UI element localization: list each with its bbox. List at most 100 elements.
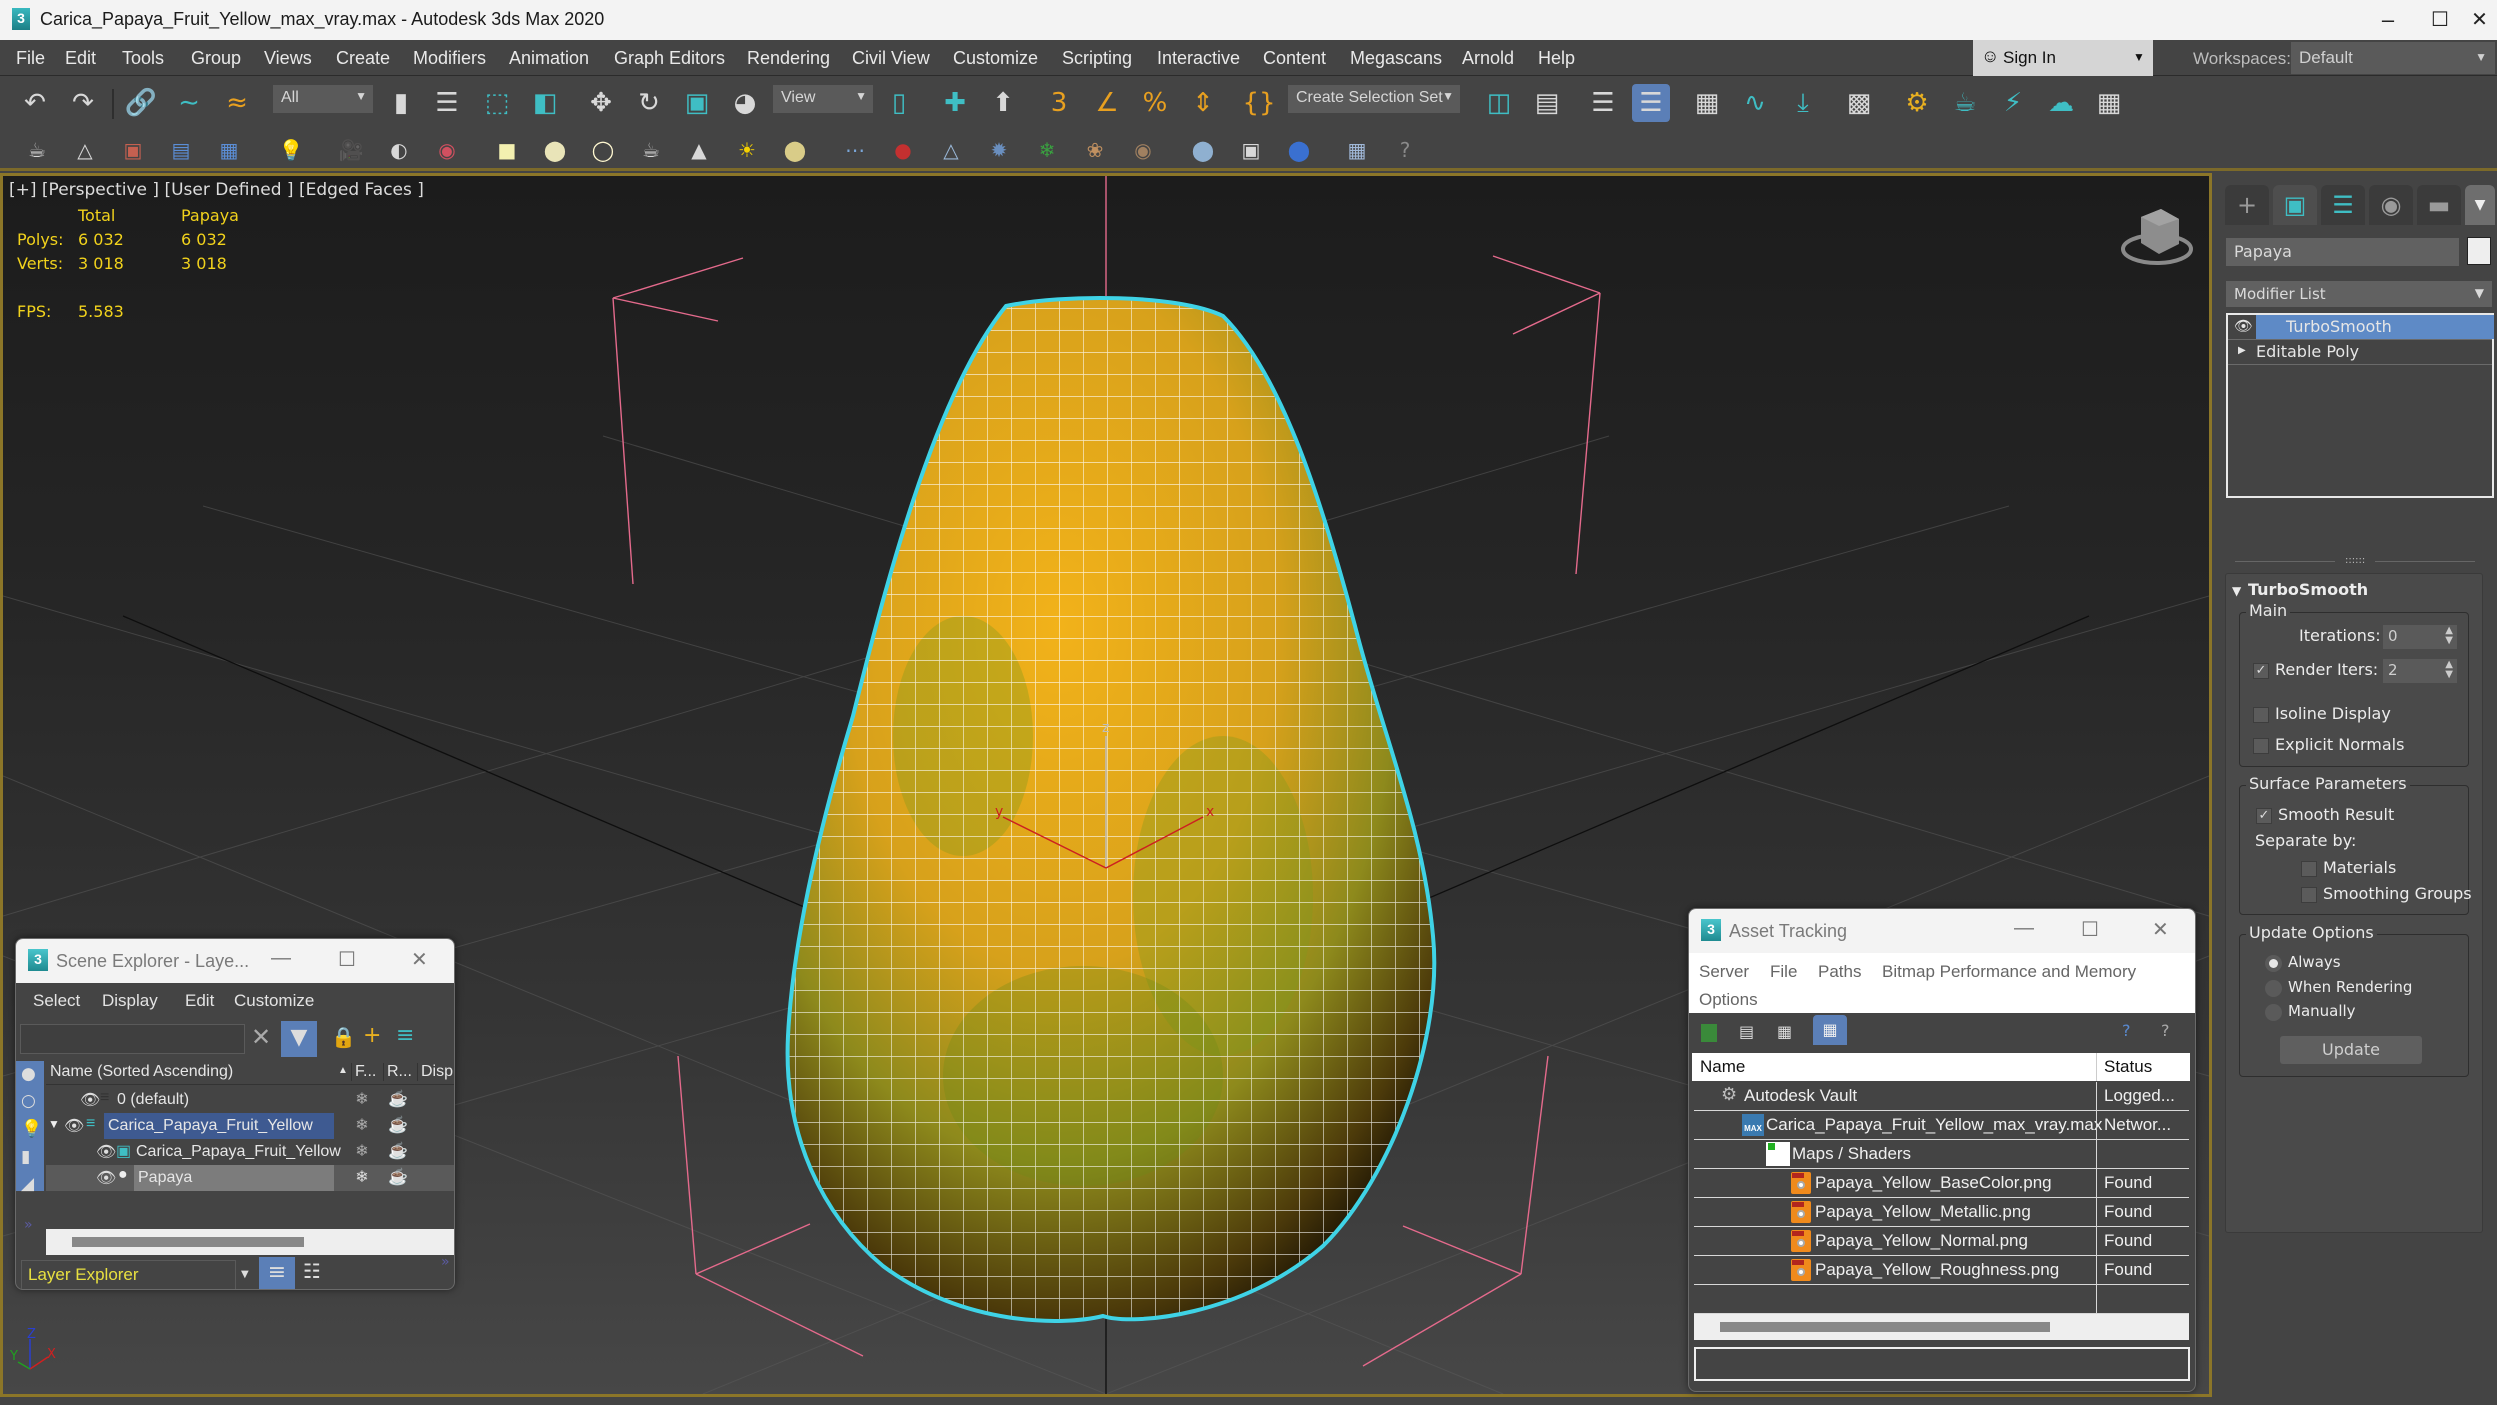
- scene-search-input[interactable]: [20, 1024, 245, 1054]
- update-always-radio[interactable]: [2265, 955, 2282, 972]
- object-name-field[interactable]: Papaya: [2226, 238, 2459, 266]
- molecule-icon[interactable]: ●: [888, 135, 918, 165]
- smoothing-groups-checkbox[interactable]: [2301, 887, 2317, 903]
- at-menu-server[interactable]: Server: [1699, 962, 1749, 982]
- layers-icon[interactable]: ≡: [396, 1023, 414, 1048]
- modify-tab[interactable]: ▣: [2273, 185, 2317, 225]
- spinner-arrows-icon[interactable]: ▲ ▼: [2445, 660, 2453, 680]
- tree-view-icon[interactable]: ▦: [1777, 1022, 1792, 1041]
- ies-light-icon[interactable]: ☕: [636, 135, 666, 165]
- named-selection-set-dropdown[interactable]: Create Selection Set ▼: [1288, 85, 1460, 113]
- rendered-frame-window-icon[interactable]: ☕: [1946, 84, 1984, 122]
- render-teapot-icon[interactable]: ☕: [381, 1087, 415, 1113]
- name-column-header[interactable]: Name: [1700, 1057, 1745, 1077]
- hair-icon[interactable]: ❀: [1080, 135, 1110, 165]
- spinner-arrows-icon[interactable]: ▲ ▼: [2445, 626, 2453, 646]
- scrollbar-thumb[interactable]: [72, 1237, 304, 1247]
- maximize-button[interactable]: ☐: [2081, 917, 2099, 942]
- physical-camera-icon[interactable]: ◉: [432, 135, 462, 165]
- explicit-normals-checkbox[interactable]: [2253, 738, 2269, 754]
- asset-row[interactable]: Papaya_Yellow_Normal.png Found: [1694, 1227, 2189, 1256]
- eye-icon[interactable]: 👁: [96, 1168, 116, 1188]
- eye-icon[interactable]: 👁: [96, 1142, 116, 1162]
- menu-tools[interactable]: Tools: [122, 48, 164, 69]
- vault-help-icon[interactable]: ?: [2122, 1021, 2131, 1040]
- material-selector-icon[interactable]: ▣: [1236, 135, 1266, 165]
- hierarchy-tab[interactable]: ☰: [2321, 185, 2365, 225]
- menu-customize[interactable]: Customize: [953, 48, 1038, 69]
- select-object-icon[interactable]: ▮: [382, 84, 420, 122]
- tree-row-group[interactable]: 👁 ▣ Carica_Papaya_Fruit_Yellow ❄ ☕: [46, 1139, 454, 1165]
- render-column-header[interactable]: R...: [383, 1063, 412, 1081]
- helpers-filter-icon[interactable]: ◢: [21, 1174, 34, 1194]
- sign-in-button[interactable]: ☺ Sign In ▼: [1973, 40, 2153, 76]
- asset-row[interactable]: ⚙ Autodesk Vault Logged...: [1694, 1082, 2189, 1111]
- menu-views[interactable]: Views: [264, 48, 312, 69]
- se-menu-customize[interactable]: Customize: [234, 991, 314, 1011]
- spinner-snap-icon[interactable]: ⇕: [1184, 84, 1222, 122]
- use-pivot-icon[interactable]: ▯: [880, 84, 918, 122]
- display-tab[interactable]: ▬: [2417, 185, 2461, 225]
- motion-tab[interactable]: ◉: [2369, 185, 2413, 225]
- table-view-icon[interactable]: ▦: [1813, 1015, 1847, 1045]
- layer-explorer-icon[interactable]: ☰: [1632, 84, 1670, 122]
- lattice-icon[interactable]: △: [936, 135, 966, 165]
- refresh-icon[interactable]: [1701, 1024, 1717, 1042]
- render-setup-icon[interactable]: ⚙: [1898, 84, 1936, 122]
- mirror-icon[interactable]: ◫: [1480, 84, 1518, 122]
- render-teapot-icon[interactable]: ☕: [381, 1165, 415, 1191]
- menu-megascans[interactable]: Megascans: [1350, 48, 1442, 69]
- freeze-icon[interactable]: ❄: [346, 1139, 378, 1165]
- render-iters-checkbox[interactable]: ✓: [2253, 663, 2269, 679]
- workspaces-dropdown[interactable]: Default ▼: [2291, 42, 2495, 74]
- displacement-icon[interactable]: ✹: [984, 135, 1014, 165]
- edit-named-sets-icon[interactable]: {}: [1240, 84, 1278, 122]
- mesh-light-icon[interactable]: ◯: [588, 135, 618, 165]
- viewport-label-menu[interactable]: [+] [Perspective ] [User Defined ] [Edge…: [9, 180, 424, 200]
- sun-icon[interactable]: ☀: [732, 135, 762, 165]
- layer-mode-icon[interactable]: ≡: [259, 1257, 295, 1289]
- panel-a-icon[interactable]: ▤: [166, 135, 196, 165]
- hierarchy-mode-icon[interactable]: ☷: [303, 1259, 321, 1283]
- render-cloud-icon[interactable]: ☁: [2042, 84, 2080, 122]
- help-icon[interactable]: ?: [1390, 135, 1420, 165]
- align-icon[interactable]: ▤: [1528, 84, 1566, 122]
- render-production-icon[interactable]: ⚡: [1994, 84, 2032, 122]
- modifier-turbosmooth[interactable]: 👁 TurboSmooth: [2228, 315, 2494, 340]
- viewcube[interactable]: [2121, 209, 2193, 265]
- at-menu-options[interactable]: Options: [1699, 990, 1758, 1010]
- plane-shape-icon[interactable]: △: [70, 135, 100, 165]
- tree-row-papaya-object[interactable]: 👁 ● Papaya ❄ ☕: [46, 1165, 454, 1191]
- menu-interactive[interactable]: Interactive: [1157, 48, 1240, 69]
- smooth-result-checkbox[interactable]: ✓: [2256, 808, 2272, 824]
- minimize-button[interactable]: –: [2358, 4, 2418, 36]
- tree-row-default-layer[interactable]: 👁 ≡ 0 (default) ❄ ☕: [46, 1087, 454, 1113]
- expand-more-icon[interactable]: »: [441, 1254, 450, 1270]
- rectangular-selection-icon[interactable]: ⬚: [478, 84, 516, 122]
- eye-icon[interactable]: 👁: [80, 1090, 100, 1110]
- modifier-editable-poly[interactable]: ▶ Editable Poly: [2228, 340, 2492, 365]
- schematic-view-icon[interactable]: ⤓: [1784, 84, 1822, 122]
- freeze-icon[interactable]: ❄: [346, 1113, 378, 1139]
- geometry-filter-icon[interactable]: ●: [21, 1064, 36, 1084]
- object-color-swatch[interactable]: [2467, 237, 2491, 265]
- tree-row-papaya-layer[interactable]: ▼ 👁 ≡ Carica_Papaya_Fruit_Yellow ❄ ☕: [46, 1113, 454, 1139]
- menu-file[interactable]: File: [16, 48, 45, 69]
- menu-rendering[interactable]: Rendering: [747, 48, 830, 69]
- cameras-filter-icon[interactable]: ▮: [21, 1147, 30, 1167]
- freeze-icon[interactable]: ❄: [346, 1165, 378, 1191]
- menu-modifiers[interactable]: Modifiers: [413, 48, 486, 69]
- clear-search-icon[interactable]: ✕: [251, 1023, 271, 1051]
- menu-animation[interactable]: Animation: [509, 48, 589, 69]
- scale-icon[interactable]: ▣: [678, 84, 716, 122]
- frame-buffer-icon[interactable]: ▦: [1342, 135, 1372, 165]
- keyboard-shortcut-icon[interactable]: ⬆: [984, 84, 1022, 122]
- menu-edit[interactable]: Edit: [65, 48, 96, 69]
- close-button[interactable]: ✕: [2462, 4, 2497, 36]
- utilities-tab-dropdown[interactable]: ▼: [2465, 185, 2495, 225]
- menu-content[interactable]: Content: [1263, 48, 1326, 69]
- materials-checkbox[interactable]: [2301, 861, 2317, 877]
- update-button[interactable]: Update: [2280, 1036, 2422, 1064]
- dome-camera-icon[interactable]: ◐: [384, 135, 414, 165]
- update-when-rendering-radio[interactable]: [2265, 980, 2282, 997]
